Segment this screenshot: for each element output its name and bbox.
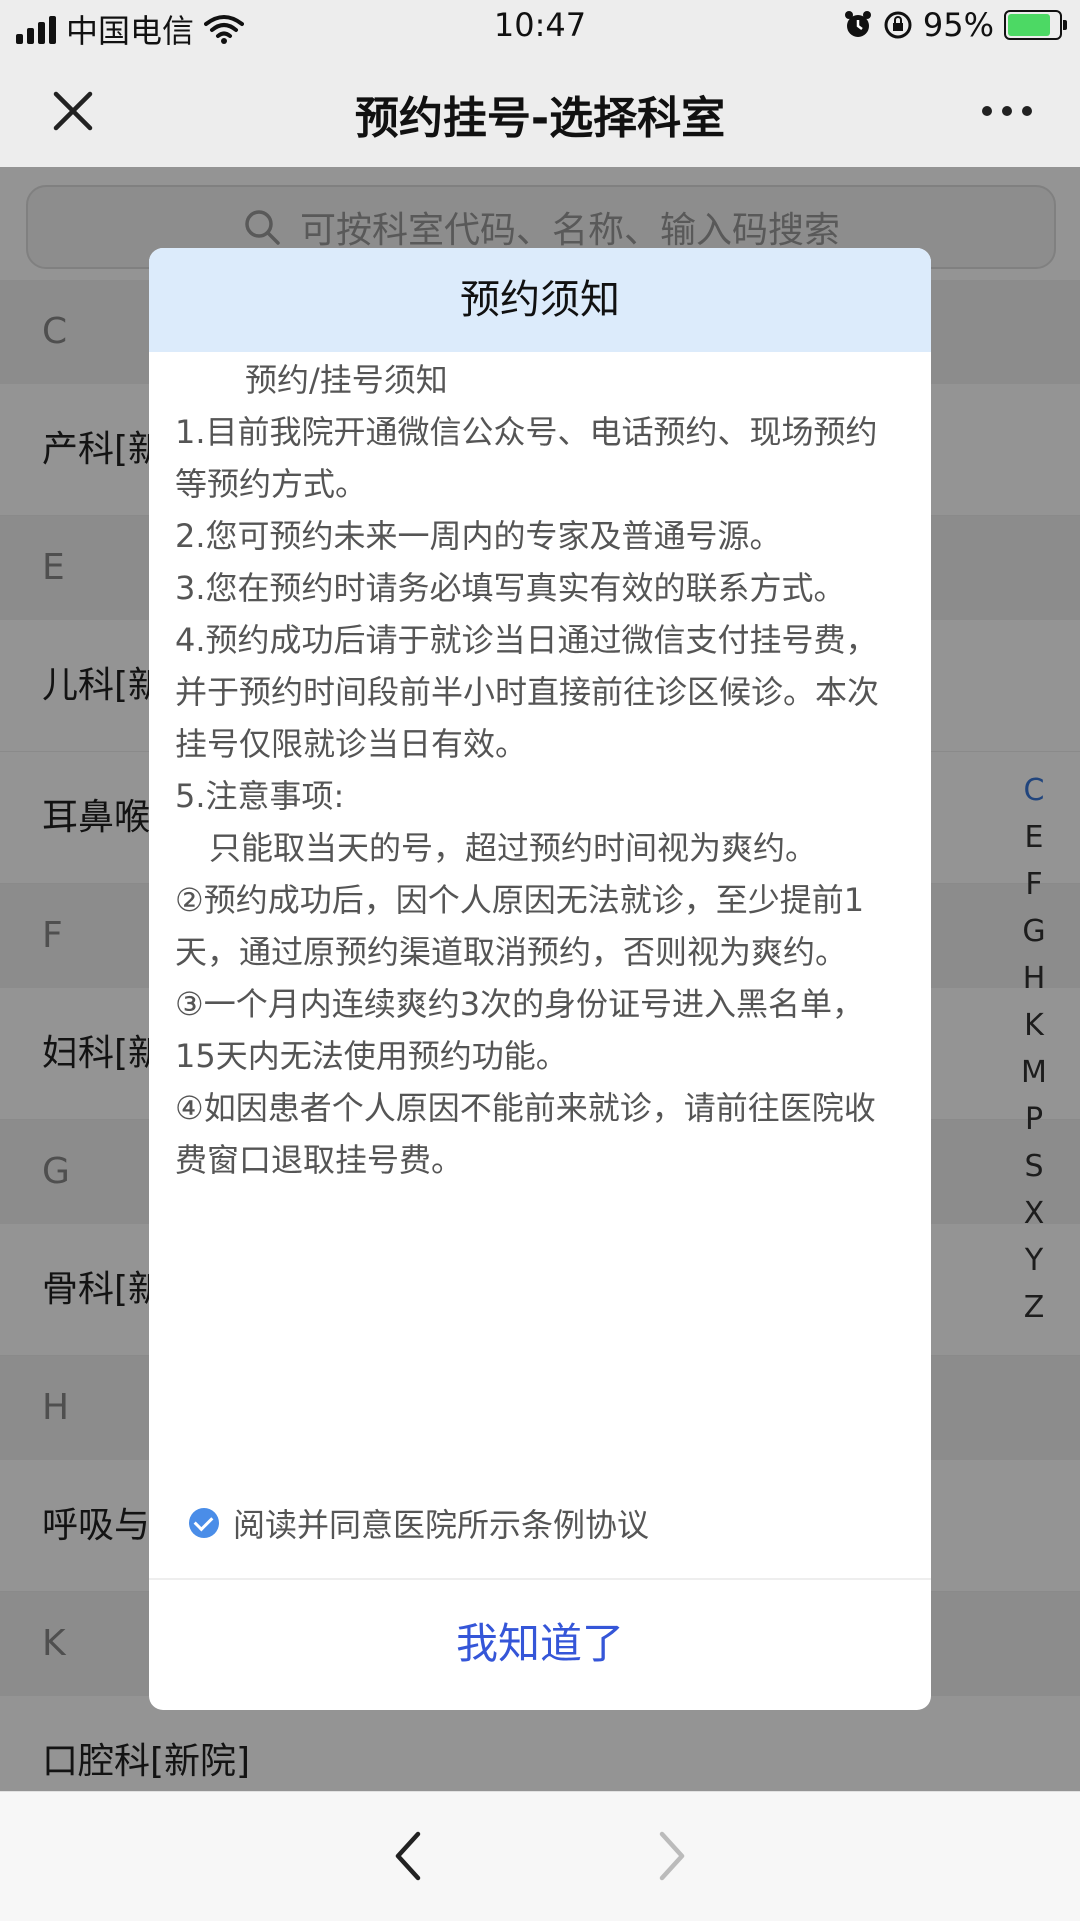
battery-percent: 95% xyxy=(922,6,994,44)
forward-arrow-icon[interactable] xyxy=(652,1828,692,1884)
modal-title: 预约须知 xyxy=(149,248,931,352)
battery-icon xyxy=(1004,10,1067,40)
notice-modal: 预约须知 预约/挂号须知 1.目前我院开通微信公众号、电话预约、现场预约等预约方… xyxy=(149,248,931,1710)
rotation-lock-icon xyxy=(884,11,912,39)
more-icon[interactable] xyxy=(982,106,1032,116)
notice-note: ②预约成功后，因个人原因无法就诊，至少提前1天，通过原预约渠道取消预约，否则视为… xyxy=(175,881,865,971)
notice-subtitle: 预约/挂号须知 xyxy=(245,361,448,399)
back-arrow-icon[interactable] xyxy=(388,1828,428,1884)
check-circle-icon[interactable] xyxy=(189,1508,219,1538)
status-right: 95% xyxy=(843,6,1067,44)
notice-line: 2.您可预约未来一周内的专家及普通号源。 xyxy=(175,517,782,555)
page-title: 预约挂号-选择科室 xyxy=(354,93,726,144)
alarm-icon xyxy=(844,11,871,37)
agree-checkbox[interactable]: 阅读并同意医院所示条例协议 xyxy=(189,1500,649,1546)
notice-line: 4.预约成功后请于就诊当日通过微信支付挂号费，并于预约时间段前半小时直接前往诊区… xyxy=(175,621,880,763)
agree-label: 阅读并同意医院所示条例协议 xyxy=(233,1506,650,1544)
notice-note: ④如因患者个人原因不能前来就诊，请前往医院收费窗口退取挂号费。 xyxy=(175,1089,876,1179)
notice-note: 只能取当天的号，超过预约时间视为爽约。 xyxy=(209,829,818,867)
bottom-nav xyxy=(0,1791,1080,1921)
notice-line: 1.目前我院开通微信公众号、电话预约、现场预约等预约方式。 xyxy=(175,413,878,503)
confirm-button[interactable]: 我知道了 xyxy=(149,1578,931,1710)
notice-note: ③一个月内连续爽约3次的身份证号进入黑名单，15天内无法使用预约功能。 xyxy=(175,985,865,1075)
status-bar: 中国电信 10:47 95% xyxy=(0,0,1080,52)
title-bar: 预约挂号-选择科室 xyxy=(0,52,1080,167)
notice-line: 3.您在预约时请务必填写真实有效的联系方式。 xyxy=(175,569,846,607)
notice-line: 5.注意事项: xyxy=(175,777,345,815)
modal-body: 预约/挂号须知 1.目前我院开通微信公众号、电话预约、现场预约等预约方式。 2.… xyxy=(149,354,931,1186)
